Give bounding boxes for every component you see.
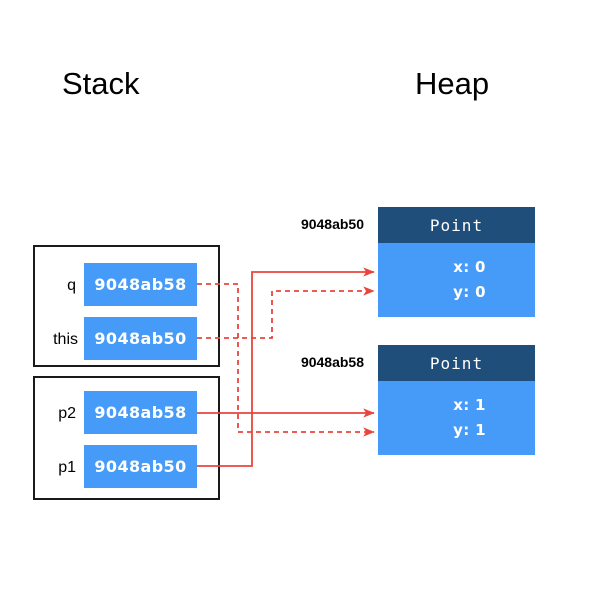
heap-object-fields-0: x: 0 y: 0 [378,243,535,317]
diagram-canvas: Stack Heap q 9048ab58 this 9048ab50 p2 9… [0,0,600,600]
heap-object-type-1: Point [378,345,535,381]
heap-object-fields-1: x: 1 y: 1 [378,381,535,455]
heap-object-0: Point x: 0 y: 0 [378,207,535,317]
stack-slot-label-p2: p2 [58,405,76,422]
heap-object-1: Point x: 1 y: 1 [378,345,535,455]
heap-field-x-0: x: 0 [453,258,486,276]
heap-field-x-1: x: 1 [453,396,486,414]
heap-address-label-1: 9048ab58 [300,354,364,370]
heap-object-type-0: Point [378,207,535,243]
connector-this-to-9048ab50 [197,286,375,339]
heap-heading: Heap [415,66,490,101]
heap-field-y-1: y: 1 [453,421,486,439]
stack-slot-value-this: 9048ab50 [84,317,197,360]
stack-slot-label-this: this [53,331,78,348]
stack-slot-label-p1: p1 [58,459,76,476]
stack-slot-value-p2: 9048ab58 [84,391,197,434]
heap-address-label-0: 9048ab50 [300,216,364,232]
stack-slot-value-q: 9048ab58 [84,263,197,306]
stack-slot-value-p1: 9048ab50 [84,445,197,488]
stack-heading: Stack [62,66,140,101]
stack-slot-label-q: q [67,277,76,294]
heap-field-y-0: y: 0 [453,283,486,301]
